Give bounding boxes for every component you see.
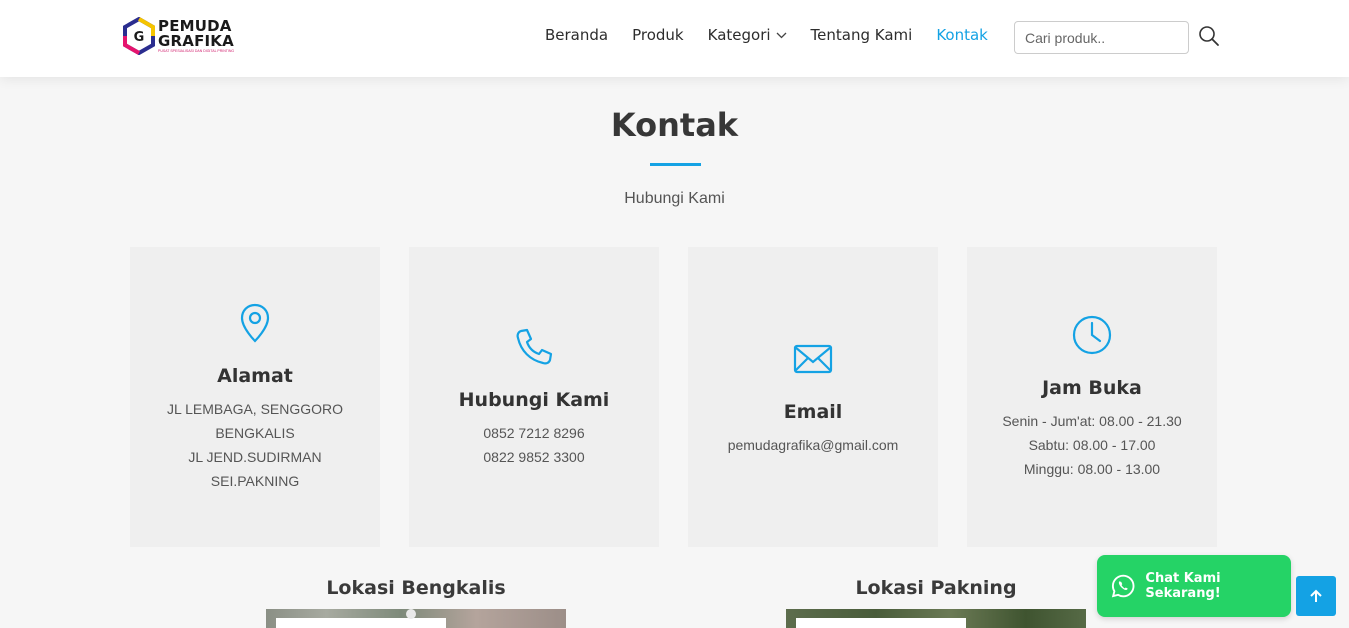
logo-hexagon-icon: G [123,17,155,55]
nav-kategori[interactable]: Kategori [708,26,787,44]
nav-kontak-label: Kontak [936,26,988,44]
hours-sunday: Minggu: 08.00 - 13.00 [1023,461,1161,477]
nav-kategori-label: Kategori [707,26,771,44]
whatsapp-label: Chat Kami Sekarang! [1145,571,1221,601]
nav-tentang-kami[interactable]: Tentang Kami [811,26,913,44]
address-title: Alamat [217,365,293,387]
email-card: Email pemudagrafika@gmail.com [688,247,938,547]
email-address[interactable]: pemudagrafika@gmail.com [728,433,899,457]
phone-number-1[interactable]: 0852 7212 8296 [483,421,584,445]
phone-title: Hubungi Kami [458,389,610,411]
location-bengkalis-title: Lokasi Bengkalis [326,577,506,599]
search-input[interactable] [1014,21,1189,54]
logo-text: PEMUDA GRAFIKA PUSAT SPESIALISASI DAN DI… [158,18,235,54]
email-title: Email [783,401,843,423]
address-card: Alamat JL LEMBAGA, SENGGORO BENGKALIS JL… [130,247,380,547]
nav-produk[interactable]: Produk [632,26,684,44]
arrow-up-icon [1310,589,1322,602]
page-subtitle: Hubungi Kami [624,190,725,207]
site-logo[interactable]: G PEMUDA GRAFIKA PUSAT SPESIALISASI DAN … [122,16,240,56]
envelope-icon [793,344,833,374]
main-nav: Beranda Produk Kategori Tentang Kami Kon… [545,26,1012,44]
logo-tagline: PUSAT SPESIALISASI DAN DIGITAL PRINTING [158,48,235,53]
hours-title: Jam Buka [1042,377,1142,399]
whatsapp-chat-button[interactable]: Chat Kami Sekarang! [1097,555,1291,617]
site-header: G PEMUDA GRAFIKA PUSAT SPESIALISASI DAN … [0,0,1349,77]
title-underline [650,163,701,166]
hours-saturday: Sabtu: 08.00 - 17.00 [1028,437,1156,453]
map-info-box [276,618,446,628]
search-icon[interactable] [1198,25,1220,47]
logo-line-2: GRAFIKA [158,31,234,50]
address-line-4: SEI.PAKNING [210,473,300,489]
nav-kontak[interactable]: Kontak [936,26,988,44]
address-line-2: BENGKALIS [215,425,295,441]
nav-produk-label: Produk [632,26,684,44]
nav-beranda-label: Beranda [545,26,609,44]
hours-card: Jam Buka Senin - Jum'at: 08.00 - 21.30 S… [967,247,1217,547]
address-line-1: JL LEMBAGA, SENGGORO [166,401,344,417]
chevron-down-icon [776,32,787,38]
nav-tentang-label: Tentang Kami [810,26,913,44]
phone-card: Hubungi Kami 0852 7212 8296 0822 9852 33… [409,247,659,547]
map-info-box [796,618,966,628]
location-pakning-title: Lokasi Pakning [855,577,1017,599]
phone-icon [516,328,553,365]
back-to-top-button[interactable] [1296,576,1336,616]
clock-icon [1072,315,1112,355]
map-pin-icon [406,609,416,619]
map-bengkalis[interactable] [266,609,566,628]
whatsapp-icon [1111,574,1135,598]
page-title: Kontak [610,106,739,144]
hours-weekday: Senin - Jum'at: 08.00 - 21.30 [1002,413,1182,429]
nav-beranda[interactable]: Beranda [545,26,608,44]
map-pakning[interactable] [786,609,1086,628]
map-pin-icon [240,303,270,343]
address-line-3: JL JEND.SUDIRMAN [188,449,322,465]
phone-number-2[interactable]: 0822 9852 3300 [483,445,584,469]
svg-text:G: G [134,30,145,45]
